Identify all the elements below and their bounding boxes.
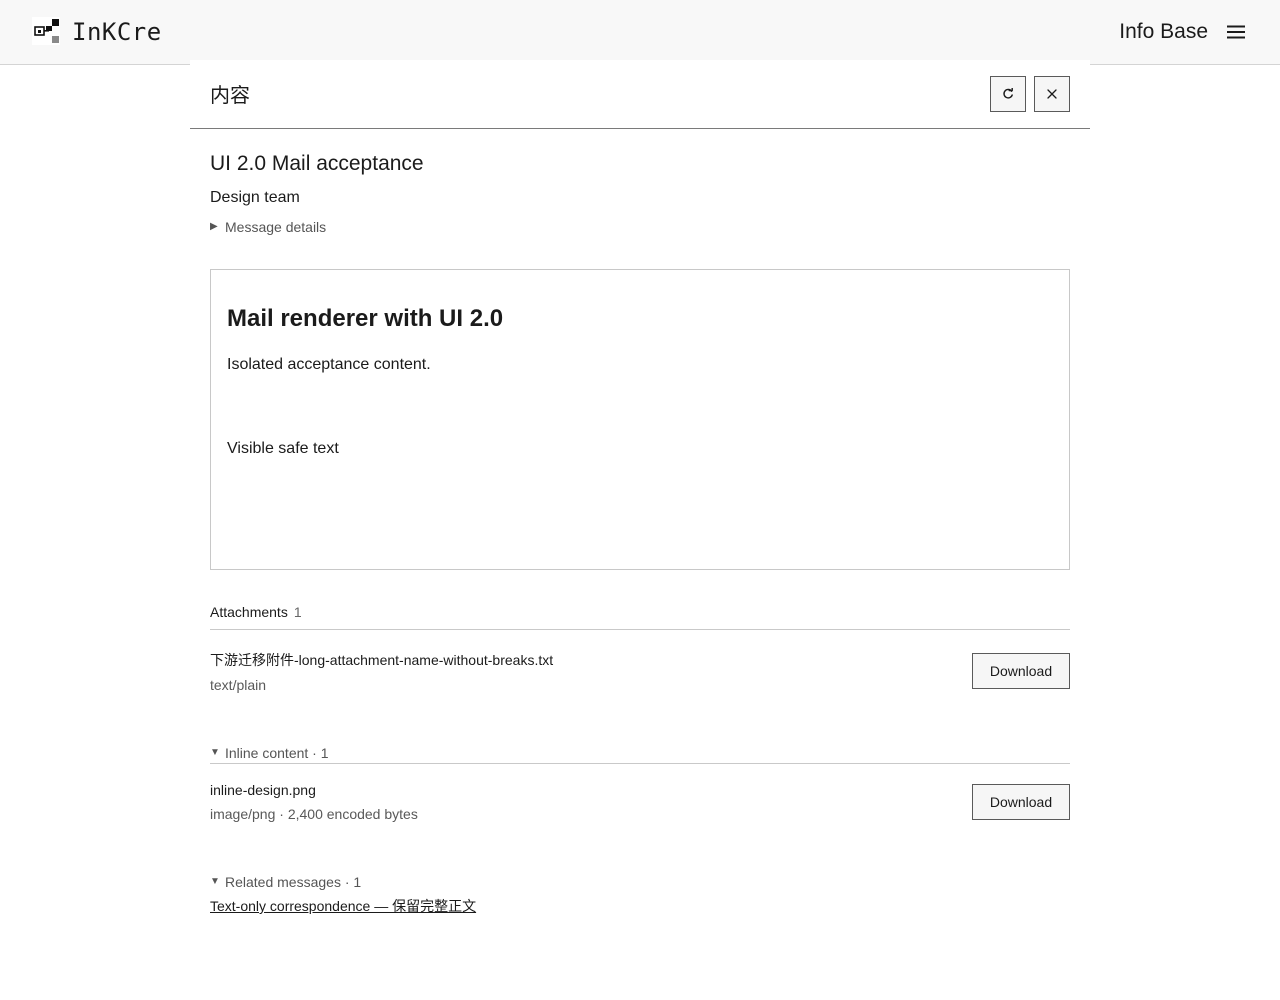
inline-content-toggle[interactable]: ▼ Inline content · 1 <box>210 744 329 762</box>
triangle-down-icon: ▼ <box>210 747 220 758</box>
message-subject: UI 2.0 Mail acceptance <box>210 152 424 175</box>
attachments-heading: Attachments 1 <box>210 603 302 621</box>
mail-body-paragraph: Visible safe text <box>227 440 339 457</box>
brand-name[interactable]: InKCre <box>72 17 162 47</box>
attachments-label: Attachments <box>210 604 288 620</box>
attachments-count: 1 <box>293 604 302 620</box>
panel-header: 内容 <box>190 60 1090 129</box>
divider <box>210 629 1070 630</box>
mail-body-frame: Mail renderer with UI 2.0 Isolated accep… <box>210 269 1070 570</box>
message-sender: Design team <box>210 189 300 206</box>
message-details-toggle[interactable]: ▶ Message details <box>210 218 326 236</box>
inline-download-button[interactable]: Download <box>972 784 1070 820</box>
related-messages-label: Related messages · 1 <box>225 874 362 890</box>
triangle-down-icon: ▼ <box>210 876 220 887</box>
refresh-button[interactable] <box>990 76 1026 112</box>
close-button[interactable] <box>1034 76 1070 112</box>
triangle-right-icon: ▶ <box>210 221 218 232</box>
menu-button[interactable] <box>1222 20 1250 44</box>
panel-title: 内容 <box>210 83 250 107</box>
inline-file-meta: image/png · 2,400 encoded bytes <box>210 806 418 822</box>
app-header: InKCre Info Base <box>0 0 1280 65</box>
related-message-link[interactable]: Text-only correspondence — 保留完整正文 <box>210 897 476 915</box>
divider <box>210 763 1070 764</box>
logo-icon[interactable] <box>32 17 60 45</box>
inline-file-name: inline-design.png <box>210 782 316 798</box>
mail-body-paragraph: Isolated acceptance content. <box>227 356 431 373</box>
attachment-type: text/plain <box>210 677 267 693</box>
content-panel: 内容 UI 2.0 Mail acceptance Design team ▶ … <box>190 60 1090 1000</box>
mail-body-heading: Mail renderer with UI 2.0 <box>227 305 504 332</box>
refresh-icon <box>1003 88 1013 99</box>
related-messages-toggle[interactable]: ▼ Related messages · 1 <box>210 873 361 891</box>
close-icon <box>1047 89 1057 99</box>
nav-title[interactable]: Info Base <box>1119 19 1208 45</box>
hamburger-menu-icon <box>1227 25 1245 39</box>
inline-content-label: Inline content · 1 <box>225 745 329 761</box>
attachment-name: 下游迁移附件-long-attachment-name-without-brea… <box>210 652 554 668</box>
message-details-label: Message details <box>225 219 327 235</box>
attachment-download-button[interactable]: Download <box>972 653 1070 689</box>
